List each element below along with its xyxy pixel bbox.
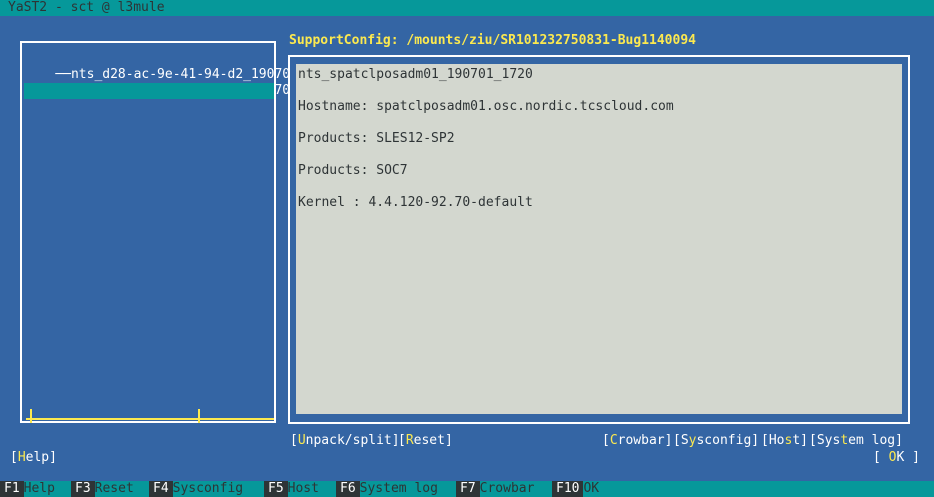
button-label: K (896, 450, 913, 465)
detail-line-product: Products: SOC7 (298, 163, 408, 178)
button-label: Ho (768, 433, 785, 448)
tree-item[interactable]: ──nts_d70-69-5a-c9-5f-06_19070 (24, 67, 290, 98)
scrollbar-left-cap (30, 409, 32, 423)
ok-button[interactable]: [ OK ] (873, 450, 920, 466)
detail-line-kernel: Kernel : 4.4.120-92.70-default (298, 195, 533, 210)
fkey-key: F5 (264, 481, 288, 497)
button-label: t (792, 433, 801, 448)
button-label: sconfig (696, 433, 752, 448)
button-label: em log (848, 433, 896, 448)
fkey-reset[interactable]: F3 Reset (71, 481, 134, 497)
fkey-key: F6 (336, 481, 360, 497)
hotkey: U (297, 433, 306, 448)
hotkey: C (609, 433, 618, 448)
fkey-key: F4 (149, 481, 173, 497)
help-button[interactable]: [Help] (10, 450, 57, 466)
window-title: YaST2 - sct @ l3mule (8, 0, 165, 15)
tree-item[interactable]: ──nts_d28-ac-9e-41-94-d2_19070 (24, 51, 290, 82)
fkey-crowbar[interactable]: F7 Crowbar (456, 481, 534, 497)
fkey-help[interactable]: F1 Help (0, 481, 55, 497)
support-config-heading: SupportConfig: /mounts/ziu/SR10123275083… (289, 33, 696, 48)
fkey-key: F7 (456, 481, 480, 497)
button-label: eset (413, 433, 445, 448)
fkey-label: OK (583, 481, 600, 496)
fkey-label: Sysconfig (172, 481, 244, 496)
button-label: S (680, 433, 689, 448)
host-button[interactable]: [Host] (761, 433, 808, 449)
function-key-bar: F1 Help F3 Reset F4 Sysconfig F5 Host F6 Syst… (0, 481, 934, 497)
detail-text-area[interactable]: nts_spatclposadm01_190701_1720 Hostname:… (296, 64, 902, 414)
fkey-sysconfig[interactable]: F4 Sysconfig (149, 481, 243, 497)
hotkey: t (840, 433, 849, 448)
fkey-key: F10 (552, 481, 584, 497)
window-title-bar: YaST2 - sct @ l3mule (0, 0, 934, 16)
reset-button[interactable]: [Reset] (398, 433, 453, 449)
detail-frame: nts_spatclposadm01_190701_1720 Hostname:… (288, 55, 910, 424)
unpack-split-button[interactable]: [Unpack/split] (290, 433, 400, 449)
detail-line-name: nts_spatclposadm01_190701_1720 (298, 67, 533, 82)
scrollbar-thumb-edge[interactable] (198, 409, 200, 423)
fkey-key: F3 (71, 481, 95, 497)
fkey-label: Crowbar (479, 481, 535, 496)
scrollbar-track (26, 418, 274, 420)
detail-line-product: Products: SLES12-SP2 (298, 131, 455, 146)
button-label: npack/split (305, 433, 392, 448)
button-label: Sys (816, 433, 841, 448)
support-config-tree[interactable]: ──nts_d28-ac-9e-41-94-d2_19070 ──nts_d70… (20, 41, 290, 423)
fkey-system-log[interactable]: F6 System log (336, 481, 438, 497)
button-label: elp (25, 450, 50, 465)
hotkey: R (405, 433, 414, 448)
fkey-label: Help (23, 481, 55, 496)
fkey-key: F1 (0, 481, 24, 497)
fkey-label: System log (359, 481, 438, 496)
tree-item-selected[interactable]: ──nts_spatclposadm01_190701_17 (24, 83, 274, 99)
sysconfig-button[interactable]: [Sysconfig] (673, 433, 759, 449)
system-log-button[interactable]: [System log] (809, 433, 903, 449)
button-label: rowbar (617, 433, 665, 448)
fkey-ok[interactable]: F10 OK (552, 481, 599, 497)
crowbar-button[interactable]: [Crowbar] (602, 433, 672, 449)
horizontal-scrollbar[interactable] (26, 409, 274, 423)
fkey-label: Host (287, 481, 319, 496)
fkey-host[interactable]: F5 Host (264, 481, 319, 497)
button-label (881, 450, 889, 465)
fkey-label: Reset (94, 481, 134, 496)
hotkey: H (17, 450, 26, 465)
detail-line-hostname: Hostname: spatclposadm01.osc.nordic.tcsc… (298, 99, 674, 114)
